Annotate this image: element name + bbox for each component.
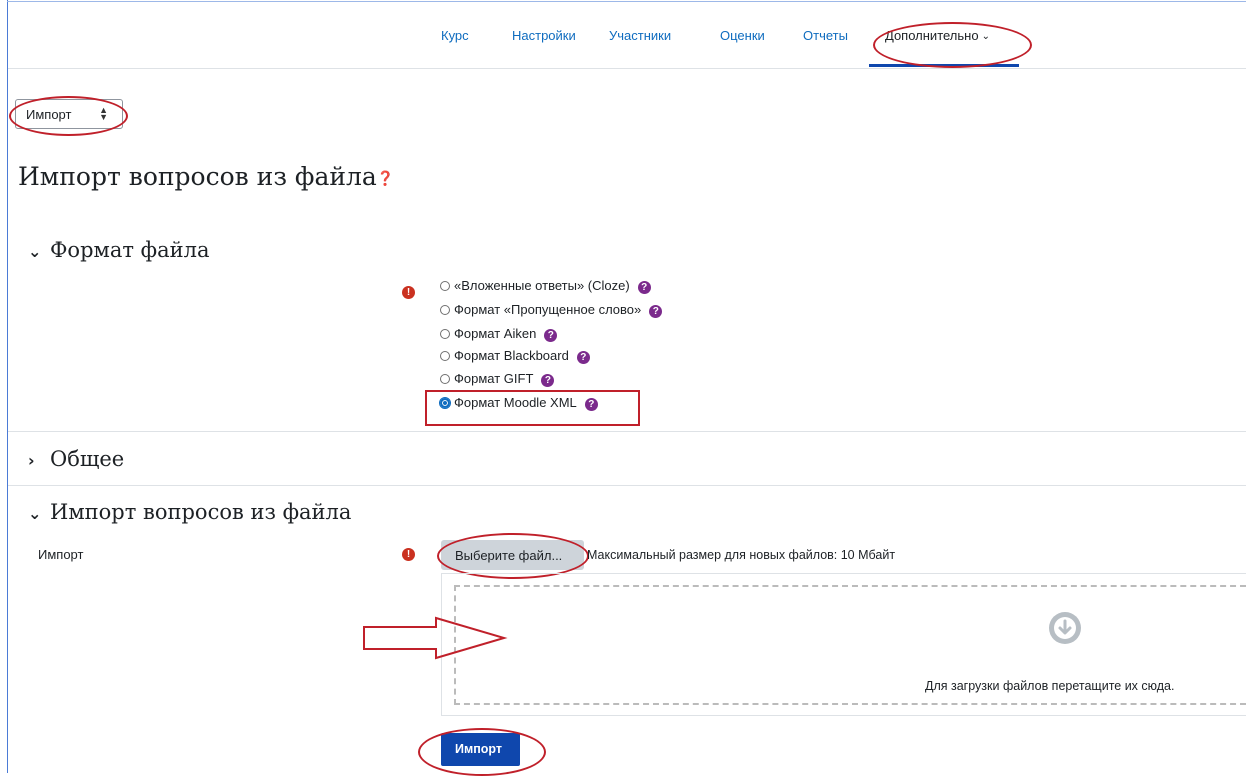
nav-item-more-label: Дополнительно [885,28,979,43]
radio-circle[interactable] [440,281,450,291]
nav-active-indicator [869,64,1019,67]
radio-label: Формат GIFT [454,371,534,386]
question-circle-icon[interactable]: ? [649,305,663,318]
question-circle-icon[interactable]: ? [584,398,598,411]
nav-item-reports[interactable]: Отчеты [803,28,848,43]
page-title-text: Импорт вопросов из файла [18,162,377,191]
radio-label: Формат Aiken [454,326,537,341]
nav-item-participants[interactable]: Участники [609,28,671,43]
field-label-import: Импорт [38,547,84,562]
drop-zone-message: Для загрузки файлов перетащите их сюда. [925,679,1175,693]
section-title-general: Общее [50,447,125,471]
chevron-right-icon: › [28,451,35,470]
exclamation-circle-icon: ! [402,548,415,561]
chevron-down-icon: ⌄ [28,242,42,261]
page-title: Импорт вопросов из файла❓ [18,162,394,191]
radio-circle[interactable] [440,351,450,361]
import-type-select[interactable]: Импорт ▲ ▼ [15,99,123,129]
radio-label: «Вложенные ответы» (Cloze) [454,278,630,293]
nav-item-settings[interactable]: Настройки [512,28,576,43]
section-title-format: Формат файла [50,238,210,262]
section-header-import-file[interactable]: ⌄ Импорт вопросов из файла [28,500,351,524]
radio-label: Формат «Пропущенное слово» [454,302,642,317]
nav-item-grades[interactable]: Оценки [720,28,765,43]
radio-circle[interactable] [440,305,450,315]
question-circle-icon[interactable]: ❓ [377,171,394,187]
exclamation-circle-icon: ! [402,286,415,299]
section-header-general[interactable]: › Общее [28,447,124,471]
radio-format-gift[interactable]: Формат GIFT? [440,371,555,387]
section-title-import-file: Импорт вопросов из файла [50,500,352,524]
section-divider [8,485,1246,486]
chevron-down-icon: ⌄ [981,31,990,42]
question-circle-icon[interactable]: ? [637,281,651,294]
section-header-format[interactable]: ⌄ Формат файла [28,238,209,262]
nav-item-more[interactable]: Дополнительно ⌄ [885,28,990,43]
radio-label: Формат Blackboard [454,348,569,363]
nav-item-course[interactable]: Курс [441,28,469,43]
radio-label: Формат Moodle XML [454,395,577,410]
import-submit-button[interactable]: Импорт [441,733,520,766]
radio-format-cloze[interactable]: «Вложенные ответы» (Cloze)? [440,278,651,294]
radio-format-missingword[interactable]: Формат «Пропущенное слово»? [440,302,663,318]
arrow-down-circle-icon [1049,612,1081,644]
window-border [7,0,8,773]
radio-format-moodlexml[interactable]: Формат Moodle XML? [439,395,598,411]
section-divider [8,431,1246,432]
radio-format-aiken[interactable]: Формат Aiken? [440,326,558,342]
radio-circle-selected[interactable] [439,397,451,409]
annotation-arrow [363,616,508,660]
choose-file-button[interactable]: Выберите файл... [441,540,584,570]
import-type-select-value: Импорт [26,107,72,122]
radio-circle[interactable] [440,374,450,384]
question-circle-icon[interactable]: ? [576,351,590,364]
question-circle-icon[interactable]: ? [541,374,555,387]
radio-format-blackboard[interactable]: Формат Blackboard? [440,348,590,364]
question-circle-icon[interactable]: ? [544,329,558,342]
radio-circle[interactable] [440,329,450,339]
chevron-down-icon: ⌄ [28,504,42,523]
max-file-size-text: Максимальный размер для новых файлов: 10… [587,548,896,562]
select-arrows-icon: ▲ ▼ [99,105,108,122]
